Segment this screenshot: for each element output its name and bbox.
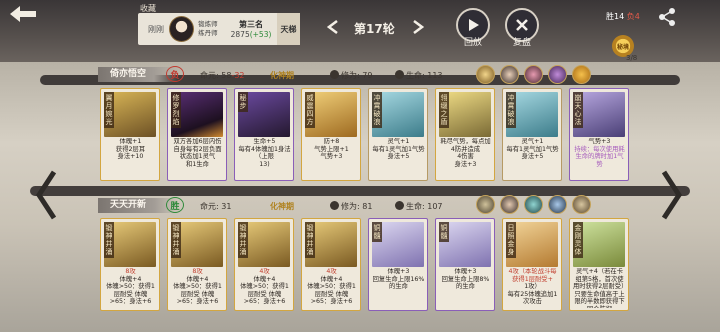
next-round-icon[interactable] [412, 20, 425, 38]
share-icon[interactable] [657, 7, 677, 27]
player2-card[interactable]: 金刚灵体灵气+4（若在卡组第5格，首次使用时获得2层耐受） 只要生命值高于上限的半… [569, 218, 629, 311]
player1-cultivation: 修为: 79 [330, 70, 372, 81]
player2-life: 命元: 31 [200, 202, 232, 211]
player2-buffs [476, 195, 591, 214]
card-name: 铜髓 [439, 222, 449, 242]
player1-card[interactable]: 冲霄破浪灵气+1 每有1灵气加1气势 身法+5 [502, 88, 562, 181]
ink-stroke [30, 186, 690, 196]
card-name: 秘步 [238, 92, 248, 112]
player1-card[interactable]: 修罗烈焰双方各加6层内伤 自身每有2层负面状态加1灵气 和1生命 [167, 88, 227, 181]
play-icon [469, 19, 479, 31]
player-title: 锻炼师 练丹师 [198, 20, 218, 37]
flame-buff-icon[interactable] [572, 65, 591, 84]
ladder-button[interactable]: 天梯 [276, 13, 300, 45]
health-icon [395, 70, 404, 79]
player1-card[interactable]: 冲霄破浪灵气+1 每有1灵气加1气势 身法+5 [368, 88, 428, 181]
card-description: 气势+3 持续：每次使用耗生命的牌时加1气势 [574, 138, 625, 168]
player2-card[interactable]: 日照金身 4攻（本轮战斗每获得1层耐受+ 1攻） 每有25体魄追加1次攻击 [502, 218, 562, 311]
card-description: 灵气+4（若在卡组第5格，首次使用时获得2层耐受） 只要生命值高于上限的半数即获得… [573, 268, 626, 308]
player2-card[interactable]: 锻神井涌 4攻 体魄+4 体魄>50：获得1层耐受 体魄>65：身法+6 [301, 218, 361, 311]
card-name: 修罗烈焰 [171, 92, 181, 128]
card-description: 体魄+3 回复生命上限16%的生命 [372, 268, 425, 291]
replay-label: 回放 [464, 38, 483, 48]
back-arrow-icon[interactable] [8, 4, 48, 30]
player1-card[interactable]: 翼月婉光 体魄+1 获得2层耳 身法+10 [100, 88, 160, 181]
card-description: 8攻 体魄+4 体魄>50：获得1层耐受 体魄>65：身法+6 [106, 268, 155, 306]
character-buff-icon[interactable] [500, 195, 519, 214]
character-buff-icon[interactable] [524, 65, 543, 84]
avatar[interactable] [169, 16, 195, 42]
player-info-panel: 刚刚 锻炼师 练丹师 第三名 2875(+53) 天梯 [138, 13, 300, 45]
player2-cultivation: 修为: 81 [330, 201, 372, 212]
card-description: 双方各加6层内伤 自身每有2层负面状态加1灵气 和1生命 [173, 138, 222, 168]
card-description: 防+8 气势上限+1 气势+3 [314, 138, 349, 161]
card-description: 耗尽气势，每点加4防并造成 4伤害 身法+3 [440, 138, 491, 168]
card-description: 灵气+1 每有1灵气加1气势 身法+5 [372, 138, 425, 161]
player1-health: 生命: 113 [395, 70, 443, 81]
card-name: 崩天心法 [573, 92, 583, 128]
player-name: 刚刚 [148, 24, 164, 34]
player1-card[interactable]: 翎缀之盾耗尽气势，每点加4防并造成 4伤害 身法+3 [435, 88, 495, 181]
card-name: 金刚灵体 [573, 222, 583, 258]
scroll-buff-icon[interactable] [476, 195, 495, 214]
spirit-buff-icon[interactable] [548, 195, 567, 214]
weapon-buff-icon[interactable] [572, 195, 591, 214]
player2-card[interactable]: 锻神井涌 8攻 体魄+4 体魄>50：获得1层耐受 体魄>65：身法+6 [100, 218, 160, 311]
card-name: 铜髓 [372, 222, 382, 242]
player2-result-badge: 胜 [166, 197, 184, 213]
player1-card[interactable]: 威震四方防+8 气势上限+1 气势+3 [301, 88, 361, 181]
win-loss-record: 胜14 负4 [606, 12, 640, 21]
card-name: 锻神井涌 [305, 222, 315, 258]
close-icon [516, 19, 528, 31]
player2-card[interactable]: 锻神井涌 4攻 体魄+4 体魄>50：获得1层耐受 体魄>65：身法+6 [234, 218, 294, 311]
card-name: 冲霄破浪 [372, 92, 382, 128]
score: 2875(+53) [230, 30, 272, 39]
card-description: 4攻 体魄+4 体魄>50：获得1层耐受 体魄>65：身法+6 [307, 268, 356, 306]
player1-realm: 化神期 [270, 71, 294, 80]
player2-health: 生命: 107 [395, 201, 443, 212]
card-description: 4攻 体魄+4 体魄>50：获得1层耐受 体魄>65：身法+6 [240, 268, 289, 306]
card-description: 体魄+1 获得2层耳 身法+10 [115, 138, 146, 161]
stage-count: 3/8 [626, 54, 638, 62]
card-description: 8攻 体魄+4 体魄>50：获得1层耐受 体魄>65：身法+6 [173, 268, 222, 306]
wind-buff-icon[interactable] [524, 195, 543, 214]
rank-block: 第三名 2875(+53) [227, 19, 275, 39]
card-name: 威震四方 [305, 92, 315, 128]
rank-label: 第三名 [239, 20, 264, 29]
demon-buff-icon[interactable] [548, 65, 567, 84]
sun-buff-icon[interactable] [476, 65, 495, 84]
card-name: 翼月婉光 [104, 92, 114, 128]
next-player-icon[interactable] [661, 170, 682, 231]
card-description: 4攻（本轮战斗每获得1层耐受+ 1攻） 每有25体魄追加1次攻击 [507, 268, 558, 306]
health-icon [395, 201, 404, 210]
player1-card[interactable]: 秘步生命+5 每有4体魄加1身法（上限 13) [234, 88, 294, 181]
player2-card[interactable]: 铜髓体魄+3 回复生命上限8%的生命 [435, 218, 495, 311]
character-buff-icon[interactable] [500, 65, 519, 84]
review-label: 复盘 [513, 38, 532, 48]
prev-player-icon[interactable] [36, 170, 57, 231]
round-label: 第17轮 [354, 22, 395, 36]
previous-round-icon[interactable] [326, 20, 339, 38]
card-name: 日照金身 [506, 222, 516, 258]
card-name: 翎缀之盾 [439, 92, 449, 128]
card-name: 冲霄破浪 [506, 92, 516, 128]
card-name: 锻神井涌 [238, 222, 248, 258]
player2-card[interactable]: 铜髓体魄+3 回复生命上限16%的生命 [368, 218, 428, 311]
cultivation-icon [330, 70, 339, 79]
player1-life: 命元: 58-32 [200, 71, 245, 80]
player2-realm: 化神期 [270, 202, 294, 211]
cultivation-icon [330, 201, 339, 210]
card-description: 体魄+3 回复生命上限8%的生命 [441, 268, 490, 291]
player1-card[interactable]: 崩天心法气势+3 持续：每次使用耗生命的牌时加1气势 [569, 88, 629, 181]
player1-result-badge: 负 [166, 66, 184, 82]
card-name: 锻神井涌 [171, 222, 181, 258]
player2-card[interactable]: 锻神井涌 8攻 体魄+4 体魄>50：获得1层耐受 体魄>65：身法+6 [167, 218, 227, 311]
card-name: 锻神井涌 [104, 222, 114, 258]
card-description: 灵气+1 每有1灵气加1气势 身法+5 [506, 138, 559, 161]
card-description: 生命+5 每有4体魄加1身法（上限 13) [238, 138, 291, 168]
player1-buffs [476, 65, 591, 84]
